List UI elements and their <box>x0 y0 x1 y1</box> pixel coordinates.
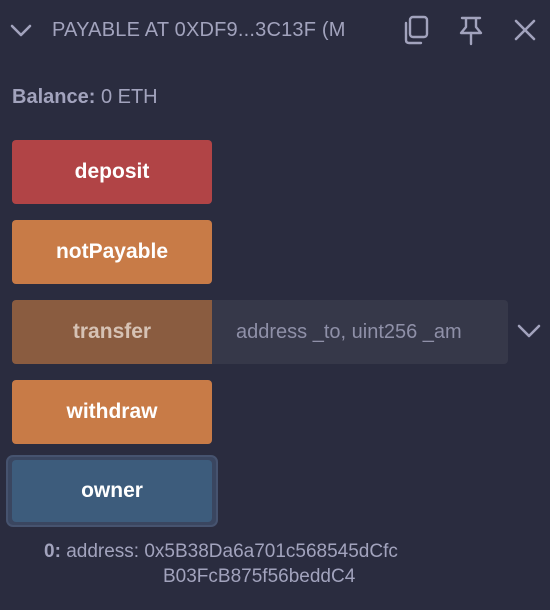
output-index: 0: <box>44 541 61 562</box>
contract-header: PAYABLE AT 0XDF9...3C13F (M <box>0 0 550 62</box>
withdraw-button[interactable]: withdraw <box>12 380 212 444</box>
pin-icon[interactable] <box>453 12 489 48</box>
contract-title: PAYABLE AT 0XDF9...3C13F (M <box>52 19 346 41</box>
balance-row: Balance: 0 ETH <box>12 84 158 110</box>
transfer-args-input[interactable] <box>212 300 508 364</box>
close-icon[interactable] <box>507 12 543 48</box>
transfer-button[interactable]: transfer <box>12 300 212 364</box>
notpayable-button[interactable]: notPayable <box>12 220 212 284</box>
owner-button[interactable]: owner <box>12 460 212 522</box>
deposit-button[interactable]: deposit <box>12 140 212 204</box>
output-line-1: 0: address: 0x5B38Da6a701c568545dCfc <box>44 540 398 564</box>
output-address-part2: B03FcB875f56beddC4 <box>163 566 356 587</box>
output-address-part1: address: 0x5B38Da6a701c568545dCfc <box>66 541 398 562</box>
balance-value: 0 ETH <box>100 86 158 108</box>
chevron-down-icon[interactable] <box>514 316 544 346</box>
chevron-down-icon[interactable] <box>7 16 35 44</box>
copy-icon[interactable] <box>398 12 434 48</box>
contract-panel: PAYABLE AT 0XDF9...3C13F (M Balance: 0 E… <box>0 0 550 610</box>
balance-label: Balance: <box>12 86 96 108</box>
